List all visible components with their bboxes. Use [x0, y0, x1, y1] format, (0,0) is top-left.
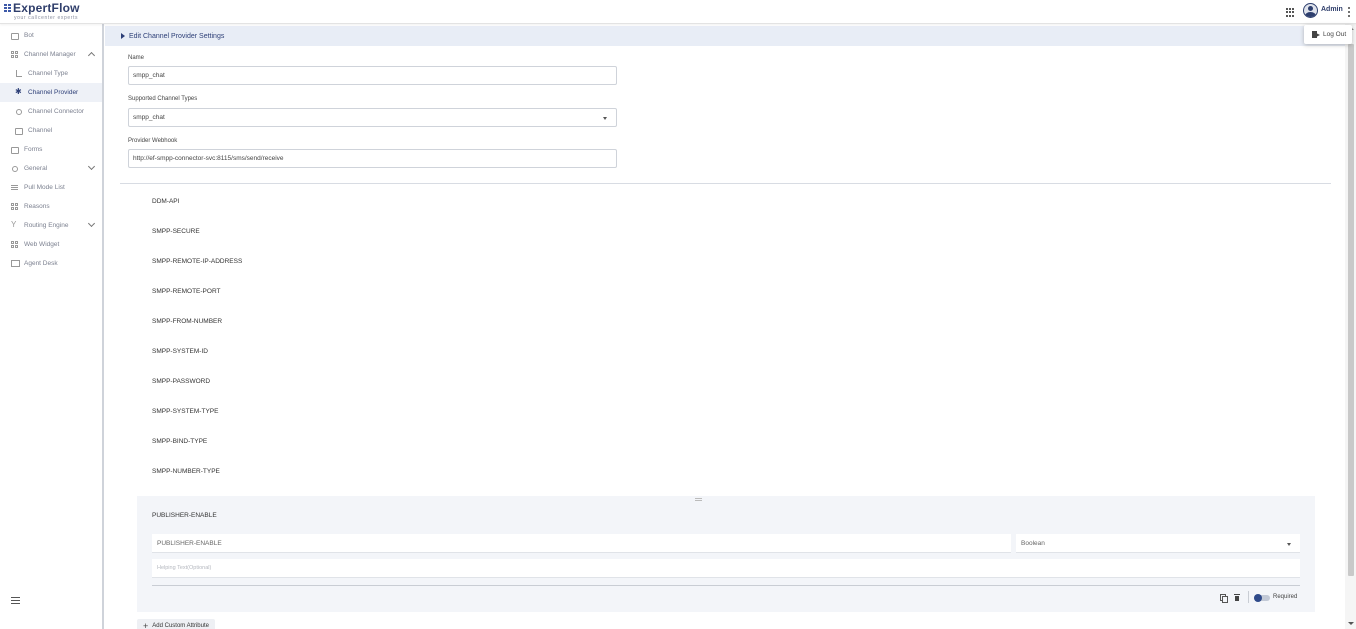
sidebar-item-label: Web Widget [24, 241, 60, 248]
attribute-item[interactable]: SMPP-NUMBER-TYPE [152, 468, 220, 475]
sidebar-item-label: Agent Desk [24, 260, 58, 267]
channel-types-value: smpp_chat [133, 114, 165, 121]
required-toggle[interactable] [1254, 594, 1270, 602]
sidebar-item-reasons[interactable]: Reasons [0, 197, 102, 216]
attribute-item[interactable]: SMPP-SECURE [152, 228, 200, 235]
more-options-icon[interactable] [1348, 7, 1351, 17]
channel-manager-icon [11, 50, 19, 59]
chevron-down-icon [1287, 543, 1291, 546]
logo-text: ExpertFlow [13, 1, 80, 15]
chevron-down-icon [87, 219, 96, 228]
sidebar-item-label: Channel Type [28, 70, 68, 77]
sidebar-item-channel-connector[interactable]: Channel Connector [0, 102, 102, 121]
name-input[interactable]: smpp_chat [128, 66, 617, 85]
add-custom-attribute-button[interactable]: + Add Custom Attribute [137, 619, 215, 629]
attribute-item[interactable]: SMPP-PASSWORD [152, 378, 210, 385]
sidebar-item-label: Bot [24, 32, 34, 39]
attribute-item[interactable]: SMPP-SYSTEM-TYPE [152, 408, 218, 415]
chevron-down-icon [603, 117, 607, 120]
sidebar-item-channel[interactable]: Channel [0, 121, 102, 140]
channel-icon [15, 127, 23, 135]
top-bar: ExpertFlow your callcenter experts Admin [0, 0, 1356, 24]
attribute-type-select[interactable]: Boolean [1016, 534, 1300, 553]
panel-divider [152, 585, 1300, 586]
helping-text-input[interactable]: Helping Text(Optional) [152, 559, 1300, 578]
channel-types-select[interactable]: smpp_chat [128, 108, 617, 127]
logout-icon [1312, 31, 1320, 38]
name-label: Name [128, 55, 145, 61]
sidebar-item-label: Pull Mode List [24, 184, 65, 191]
logout-menu-item[interactable]: Log Out [1304, 25, 1352, 44]
sidebar-item-label: Channel Connector [28, 108, 85, 115]
channel-connector-icon [15, 108, 23, 116]
sidebar-item-channel-type[interactable]: Channel Type [0, 64, 102, 83]
attribute-item[interactable]: SMPP-SYSTEM-ID [152, 348, 208, 355]
expertflow-logo[interactable]: ExpertFlow your callcenter experts [4, 2, 80, 21]
sidebar-item-label: Channel Provider [28, 89, 79, 96]
section-header[interactable]: Edit Channel Provider Settings [105, 26, 1345, 46]
caret-right-icon [121, 33, 125, 39]
sidebar-item-bot[interactable]: Bot [0, 26, 102, 45]
sidebar-item-agent-desk[interactable]: Agent Desk [0, 254, 102, 273]
list-icon [11, 184, 19, 192]
apps-grid-icon[interactable] [1286, 8, 1295, 17]
channel-provider-icon [15, 87, 23, 97]
scrollbar-thumb[interactable] [1348, 44, 1354, 576]
drag-handle-icon[interactable] [695, 498, 702, 501]
add-custom-attribute-label: Add Custom Attribute [152, 623, 209, 629]
plus-icon: + [143, 620, 149, 629]
sidebar-item-channel-manager[interactable]: Channel Manager [0, 45, 102, 64]
attribute-key-input[interactable]: PUBLISHER-ENABLE [152, 534, 1011, 553]
sidebar-item-label: Channel [28, 127, 53, 134]
sidebar: Bot Channel Manager Channel Type Channel… [0, 24, 104, 629]
sidebar-item-label: Reasons [24, 203, 50, 210]
chevron-down-icon [87, 162, 96, 171]
sidebar-item-channel-provider[interactable]: Channel Provider [0, 83, 102, 102]
divider [120, 183, 1331, 184]
general-icon [11, 165, 19, 173]
widget-icon [11, 240, 19, 249]
reasons-icon [11, 202, 19, 211]
vertical-separator [1248, 591, 1249, 603]
sidebar-item-label: Forms [24, 146, 43, 153]
webhook-input[interactable]: http://ef-smpp-connector-svc:8115/sms/se… [128, 149, 617, 168]
scroll-down-arrow-icon[interactable] [1348, 622, 1354, 625]
webhook-label: Provider Webhook [128, 138, 178, 144]
section-title: Edit Channel Provider Settings [129, 32, 225, 40]
attribute-item[interactable]: DDM-API [152, 198, 179, 205]
forms-icon [11, 146, 19, 154]
sidebar-item-label: General [24, 165, 48, 172]
chevron-up-icon [87, 51, 96, 60]
logo-tagline: your callcenter experts [14, 15, 79, 21]
attribute-item[interactable]: SMPP-FROM-NUMBER [152, 318, 222, 325]
sidebar-item-general[interactable]: General [0, 159, 102, 178]
bot-icon [11, 32, 19, 40]
attribute-item[interactable]: SMPP-BIND-TYPE [152, 438, 207, 445]
logo-grid-icon [4, 3, 12, 13]
routing-icon [11, 220, 19, 230]
agent-desk-icon [11, 259, 20, 268]
attribute-item[interactable]: SMPP-REMOTE-PORT [152, 288, 221, 295]
user-name[interactable]: Admin [1321, 6, 1343, 13]
channel-types-label: Supported Channel Types [128, 96, 198, 102]
expanded-attribute-title: PUBLISHER-ENABLE [152, 512, 217, 519]
logout-label: Log Out [1323, 31, 1347, 38]
sidebar-item-routing-engine[interactable]: Routing Engine [0, 216, 102, 235]
trash-icon[interactable] [1234, 594, 1240, 601]
sidebar-item-pull-mode-list[interactable]: Pull Mode List [0, 178, 102, 197]
attribute-type-value: Boolean [1021, 539, 1045, 547]
sidebar-item-forms[interactable]: Forms [0, 140, 102, 159]
required-label: Required [1273, 594, 1298, 600]
attribute-item[interactable]: SMPP-REMOTE-IP-ADDRESS [152, 258, 242, 265]
sidebar-item-label: Routing Engine [24, 222, 69, 229]
copy-icon[interactable] [1220, 594, 1228, 603]
sidebar-item-label: Channel Manager [24, 51, 76, 58]
user-avatar-icon[interactable] [1303, 3, 1318, 18]
menu-toggle-icon[interactable] [11, 597, 20, 604]
channel-type-icon [15, 69, 23, 78]
sidebar-item-web-widget[interactable]: Web Widget [0, 235, 102, 254]
expanded-attribute-panel [137, 496, 1315, 612]
